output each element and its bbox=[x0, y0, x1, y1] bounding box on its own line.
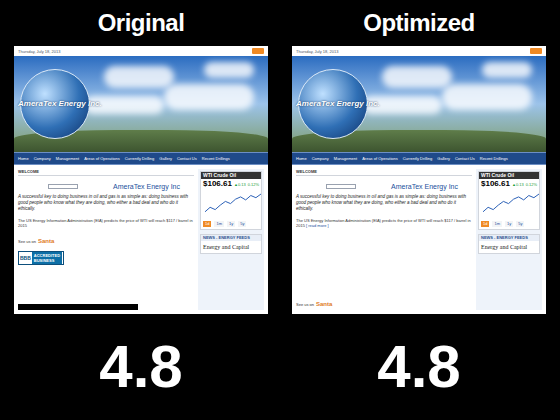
read-more-link[interactable]: [ read more ] bbox=[306, 223, 329, 228]
price-row: $106.61▲0.130.12% bbox=[479, 179, 539, 189]
news-title: NEWS - ENERGY FEEDS bbox=[479, 235, 539, 241]
range-tab[interactable]: 5y bbox=[238, 221, 246, 227]
nav-item[interactable]: Contact Us bbox=[177, 156, 197, 161]
change: ▲0.13 bbox=[234, 182, 246, 187]
news-box: NEWS - ENERGY FEEDSEnergy and Capital bbox=[478, 234, 540, 254]
rss-icon[interactable] bbox=[252, 48, 264, 54]
heading: AmeraTex Energy Inc bbox=[391, 182, 472, 191]
range-tab[interactable]: 1y bbox=[227, 221, 235, 227]
intro-text: A successful key to doing business in oi… bbox=[18, 194, 194, 212]
header-banner: AmeraTex Energy Inc. bbox=[292, 56, 546, 152]
welcome-title: WELCOME bbox=[296, 169, 472, 176]
price: $106.61 bbox=[203, 179, 232, 189]
see-us[interactable]: See us onSanta bbox=[18, 238, 194, 245]
footer-bar bbox=[18, 304, 138, 310]
ticker-title: WTI Crude Oil bbox=[201, 172, 261, 179]
percent: 0.12% bbox=[248, 182, 259, 187]
logo-text: AmeraTex Energy Inc. bbox=[18, 99, 102, 109]
logo[interactable]: AmeraTex Energy Inc. bbox=[20, 69, 90, 139]
logo[interactable]: AmeraTex Energy Inc. bbox=[298, 69, 368, 139]
nav-item[interactable]: Gallery bbox=[159, 156, 172, 161]
comparison-column: Optimized Thursday, July 18, 2013 AmeraTex… bbox=[292, 0, 546, 420]
website-screenshot: Thursday, July 18, 2013 AmeraTex Energy I… bbox=[292, 46, 546, 314]
date-text: Thursday, July 18, 2013 bbox=[18, 49, 60, 54]
range-tab[interactable]: 1d bbox=[203, 221, 211, 227]
ticker-title: WTI Crude Oil bbox=[479, 172, 539, 179]
bbb-mark: BBB bbox=[19, 252, 32, 264]
bbb-badge[interactable]: BBBACCREDITEDBUSINESS bbox=[18, 251, 64, 265]
content-area: WELCOME AmeraTex Energy Inc A successful k… bbox=[14, 165, 268, 314]
nav-item[interactable]: Company bbox=[34, 156, 51, 161]
nav-item[interactable]: Areas of Operations bbox=[84, 156, 120, 161]
welcome-title: WELCOME bbox=[18, 169, 194, 176]
price-line bbox=[205, 194, 261, 212]
nav-item[interactable]: Recent Drillings bbox=[480, 156, 508, 161]
range-tabs: 1d1m1y5y bbox=[479, 219, 539, 229]
date-text: Thursday, July 18, 2013 bbox=[296, 49, 338, 54]
score: 4.8 bbox=[99, 314, 182, 420]
range-tab[interactable]: 1m bbox=[214, 221, 224, 227]
nav-bar: Home Company Management Areas of Operations… bbox=[14, 152, 268, 165]
heading: AmeraTex Energy Inc bbox=[113, 182, 194, 191]
score: 4.8 bbox=[377, 314, 460, 420]
range-tabs: 1d1m1y5y bbox=[201, 219, 261, 229]
nav-item[interactable]: Contact Us bbox=[455, 156, 475, 161]
range-tab[interactable]: 1m bbox=[492, 221, 502, 227]
news-item[interactable]: Energy and Capital bbox=[201, 241, 261, 253]
price: $106.61 bbox=[481, 179, 510, 189]
range-tab[interactable]: 1d bbox=[481, 221, 489, 227]
percent: 0.12% bbox=[526, 182, 537, 187]
intro-text: A successful key to doing business in oi… bbox=[296, 194, 472, 212]
nav-item[interactable]: Currently Drilling bbox=[403, 156, 433, 161]
nav-bar: Home Company Management Areas of Operations… bbox=[292, 152, 546, 165]
heading-row: AmeraTex Energy Inc bbox=[296, 182, 472, 191]
news-title: NEWS - ENERGY FEEDS bbox=[201, 235, 261, 241]
price-chart bbox=[203, 189, 263, 219]
see-us[interactable]: See us onSanta bbox=[296, 301, 472, 308]
blank-box bbox=[326, 184, 356, 189]
oil-ticker: WTI Crude Oil$106.61▲0.130.12% 1d1m1y5y bbox=[478, 171, 540, 230]
column-label: Original bbox=[98, 0, 185, 46]
range-tab[interactable]: 5y bbox=[516, 221, 524, 227]
blank-box bbox=[48, 184, 78, 189]
nav-item[interactable]: Recent Drillings bbox=[202, 156, 230, 161]
main-column: WELCOME AmeraTex Energy Inc A successful k… bbox=[18, 169, 194, 310]
sidebar: WTI Crude Oil$106.61▲0.130.12% 1d1m1y5y NE… bbox=[476, 169, 542, 310]
eia-text: The US Energy Information Administration… bbox=[18, 218, 194, 228]
price-chart bbox=[481, 189, 541, 219]
top-bar: Thursday, July 18, 2013 bbox=[292, 46, 546, 56]
eia-text: The US Energy Information Administration… bbox=[296, 218, 472, 228]
news-item[interactable]: Energy and Capital bbox=[479, 241, 539, 253]
comparison-column: Original Thursday, July 18, 2013 AmeraTex … bbox=[14, 0, 268, 420]
see-us-brand: Santa bbox=[38, 238, 54, 245]
see-us-brand: Santa bbox=[316, 301, 332, 308]
header-banner: AmeraTex Energy Inc. bbox=[14, 56, 268, 152]
nav-item[interactable]: Management bbox=[56, 156, 79, 161]
see-us-text: See us on bbox=[18, 239, 36, 244]
top-bar: Thursday, July 18, 2013 bbox=[14, 46, 268, 56]
nav-item[interactable]: Company bbox=[312, 156, 329, 161]
nav-item[interactable]: Home bbox=[18, 156, 29, 161]
content-area: WELCOME AmeraTex Energy Inc A successful k… bbox=[292, 165, 546, 314]
website-screenshot: Thursday, July 18, 2013 AmeraTex Energy I… bbox=[14, 46, 268, 314]
main-column: WELCOME AmeraTex Energy Inc A successful k… bbox=[296, 169, 472, 310]
rss-icon[interactable] bbox=[530, 48, 542, 54]
bbb-text: ACCREDITEDBUSINESS bbox=[32, 252, 62, 264]
heading-row: AmeraTex Energy Inc bbox=[18, 182, 194, 191]
nav-item[interactable]: Management bbox=[334, 156, 357, 161]
see-us-text: See us on bbox=[296, 302, 314, 307]
change: ▲0.13 bbox=[512, 182, 524, 187]
range-tab[interactable]: 1y bbox=[505, 221, 513, 227]
nav-item[interactable]: Areas of Operations bbox=[362, 156, 398, 161]
news-box: NEWS - ENERGY FEEDSEnergy and Capital bbox=[200, 234, 262, 254]
logo-text: AmeraTex Energy Inc. bbox=[296, 99, 380, 109]
nav-item[interactable]: Gallery bbox=[437, 156, 450, 161]
oil-ticker: WTI Crude Oil$106.61▲0.130.12% 1d1m1y5y bbox=[200, 171, 262, 230]
column-label: Optimized bbox=[363, 0, 475, 46]
price-line bbox=[483, 194, 539, 212]
nav-item[interactable]: Currently Drilling bbox=[125, 156, 155, 161]
sidebar: WTI Crude Oil$106.61▲0.130.12% 1d1m1y5y NE… bbox=[198, 169, 264, 310]
price-row: $106.61▲0.130.12% bbox=[201, 179, 261, 189]
nav-item[interactable]: Home bbox=[296, 156, 307, 161]
